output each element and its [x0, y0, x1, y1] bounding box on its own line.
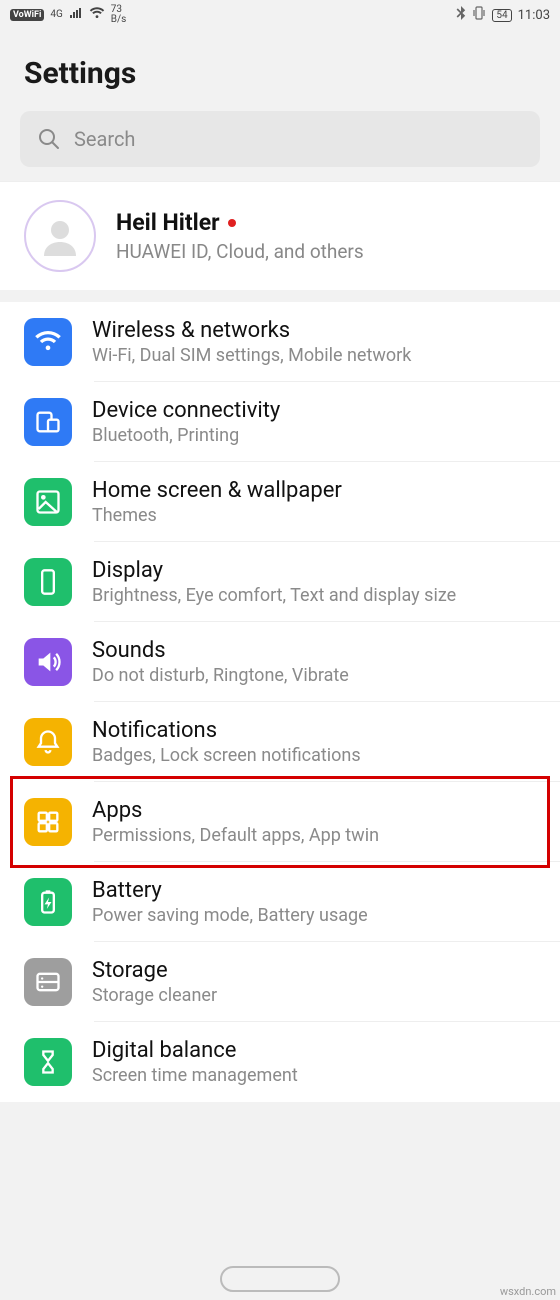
row-subtitle: Do not disturb, Ringtone, Vibrate [92, 665, 349, 686]
devices-icon [24, 398, 72, 446]
phone-icon [24, 558, 72, 606]
settings-row-battery[interactable]: BatteryPower saving mode, Battery usage [0, 862, 560, 942]
row-subtitle: Themes [92, 505, 342, 526]
network-speed: 73 B/s [111, 5, 127, 25]
notification-dot-icon [228, 219, 236, 227]
settings-row-devices[interactable]: Device connectivityBluetooth, Printing [0, 382, 560, 462]
clock: 11:03 [518, 8, 550, 23]
row-title: Apps [92, 798, 379, 823]
account-subtitle: HUAWEI ID, Cloud, and others [116, 240, 364, 263]
row-subtitle: Permissions, Default apps, App twin [92, 825, 379, 846]
row-subtitle: Brightness, Eye comfort, Text and displa… [92, 585, 456, 606]
row-title: Display [92, 558, 456, 583]
picture-icon [24, 478, 72, 526]
row-title: Digital balance [92, 1038, 298, 1063]
row-subtitle: Screen time management [92, 1065, 298, 1086]
nav-bar-pill[interactable] [220, 1266, 340, 1292]
vowifi-badge: VoWiFi [10, 9, 44, 21]
settings-row-bell[interactable]: NotificationsBadges, Lock screen notific… [0, 702, 560, 782]
battery-icon [24, 878, 72, 926]
settings-list: Wireless & networksWi-Fi, Dual SIM setti… [0, 302, 560, 1102]
page-title: Settings [0, 30, 560, 111]
avatar [24, 200, 96, 272]
row-title: Device connectivity [92, 398, 280, 423]
vibrate-icon [472, 6, 486, 24]
hourglass-icon [24, 1038, 72, 1086]
account-name: Heil Hitler [116, 209, 220, 236]
watermark: wsxdn.com [500, 1285, 556, 1298]
apps-icon [24, 798, 72, 846]
settings-row-storage[interactable]: StorageStorage cleaner [0, 942, 560, 1022]
row-subtitle: Power saving mode, Battery usage [92, 905, 368, 926]
battery-level: 54 [492, 9, 511, 22]
wifi-icon [89, 7, 105, 23]
row-subtitle: Bluetooth, Printing [92, 425, 280, 446]
row-title: Sounds [92, 638, 349, 663]
row-title: Home screen & wallpaper [92, 478, 342, 503]
sound-icon [24, 638, 72, 686]
row-title: Notifications [92, 718, 361, 743]
status-bar: VoWiFi 4G 73 B/s 54 11:03 [0, 0, 560, 30]
signal-icon [69, 7, 83, 23]
row-subtitle: Storage cleaner [92, 985, 217, 1006]
row-subtitle: Badges, Lock screen notifications [92, 745, 361, 766]
row-subtitle: Wi-Fi, Dual SIM settings, Mobile network [92, 345, 411, 366]
settings-row-wifi[interactable]: Wireless & networksWi-Fi, Dual SIM setti… [0, 302, 560, 382]
row-title: Battery [92, 878, 368, 903]
search-icon [38, 128, 60, 150]
settings-row-apps[interactable]: AppsPermissions, Default apps, App twin [0, 782, 560, 862]
settings-row-hourglass[interactable]: Digital balanceScreen time management [0, 1022, 560, 1102]
row-title: Storage [92, 958, 217, 983]
row-title: Wireless & networks [92, 318, 411, 343]
search-input[interactable]: Search [20, 111, 540, 167]
settings-row-picture[interactable]: Home screen & wallpaperThemes [0, 462, 560, 542]
network-type: 4G [50, 10, 62, 20]
search-placeholder: Search [74, 127, 135, 151]
bell-icon [24, 718, 72, 766]
settings-row-phone[interactable]: DisplayBrightness, Eye comfort, Text and… [0, 542, 560, 622]
bluetooth-icon [456, 6, 466, 24]
wifi-icon [24, 318, 72, 366]
account-row[interactable]: Heil Hitler HUAWEI ID, Cloud, and others [0, 181, 560, 290]
storage-icon [24, 958, 72, 1006]
settings-row-sound[interactable]: SoundsDo not disturb, Ringtone, Vibrate [0, 622, 560, 702]
